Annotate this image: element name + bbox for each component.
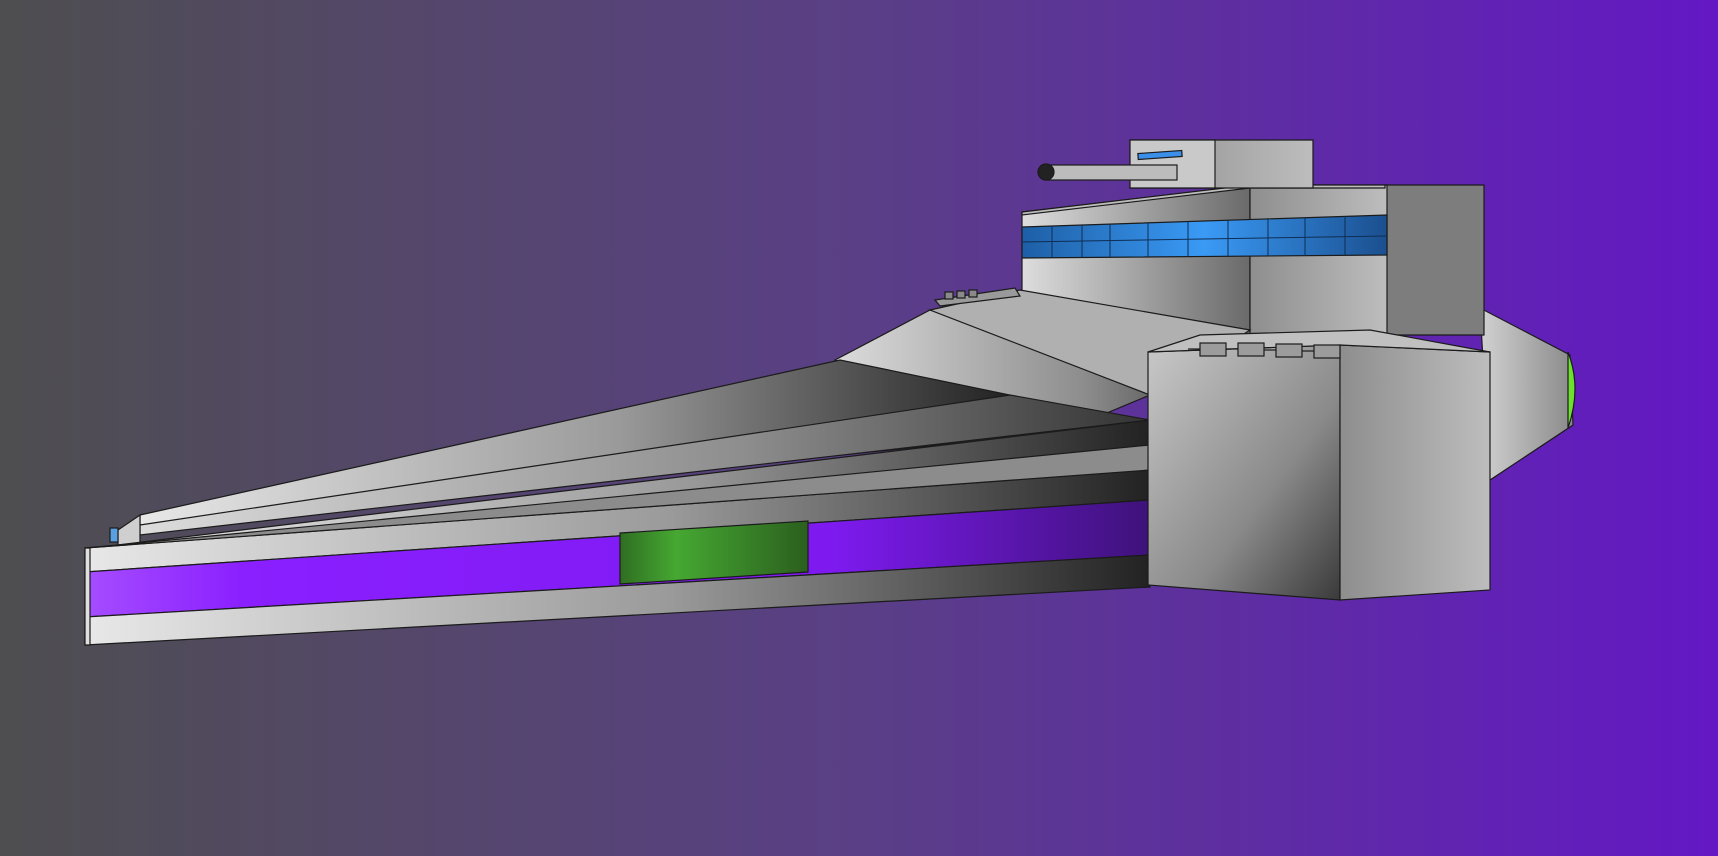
turret-muzzle [1037,163,1055,181]
rear-tower [1384,184,1485,336]
spaceship-scene [0,0,1718,856]
turret-barrel [1044,164,1178,181]
engine-housing [1147,329,1491,601]
nose-sensor [109,527,119,543]
housing-turrets [1188,342,1341,359]
